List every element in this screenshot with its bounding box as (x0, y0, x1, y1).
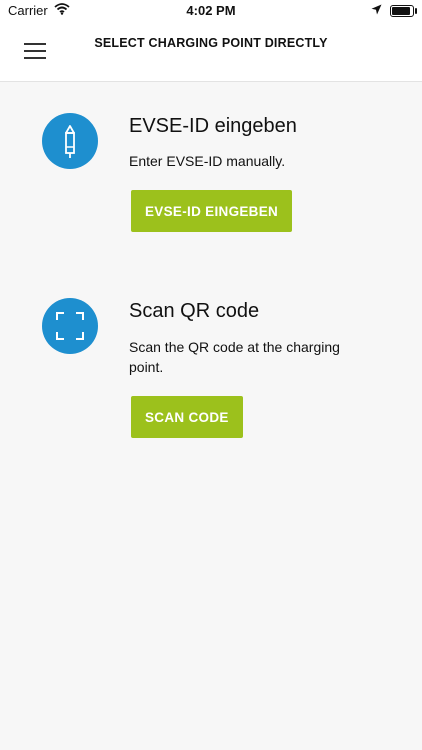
option-description: Enter EVSE-ID manually. (129, 153, 286, 169)
battery-icon (390, 4, 417, 17)
scan-code-button[interactable]: SCAN CODE (131, 396, 243, 438)
location-arrow-icon (371, 3, 382, 18)
pencil-icon (42, 113, 98, 169)
option-title: EVSE-ID eingeben (129, 115, 297, 137)
top-app-bar: SELECT CHARGING POINT DIRECTLY (0, 22, 422, 82)
status-right (371, 3, 417, 18)
page-title: SELECT CHARGING POINT DIRECTLY (94, 36, 328, 50)
option-title: Scan QR code (129, 300, 260, 322)
option-description: Scan the QR code at the charging point. (129, 339, 340, 375)
status-bar: Carrier 4:02 PM (0, 0, 422, 22)
qr-scan-frame-icon (42, 298, 98, 354)
enter-evse-id-button[interactable]: EVSE-ID EINGEBEN (131, 190, 293, 232)
status-time: 4:02 PM (186, 3, 236, 18)
